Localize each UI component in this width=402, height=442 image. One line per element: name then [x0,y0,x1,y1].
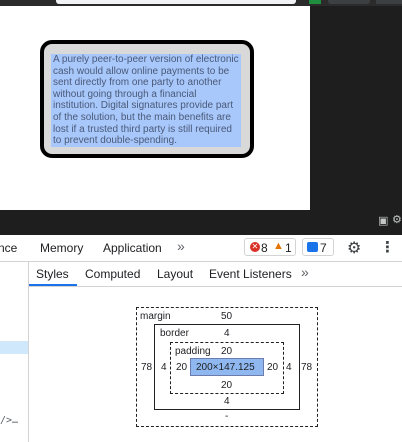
more-sub-tabs-button[interactable]: » [301,264,309,280]
message-icon [307,242,318,252]
margin-top-value[interactable]: 50 [221,311,232,322]
tab-memory[interactable]: Memory [40,241,83,255]
padding-top-value[interactable]: 20 [221,346,232,357]
more-tabs-button[interactable]: » [177,238,185,254]
browser-address-bar[interactable] [56,0,296,4]
tab-performance[interactable]: nce [0,241,17,255]
extension-indicator[interactable] [309,0,321,4]
padding-bottom-value[interactable]: 20 [221,380,232,391]
margin-right-value[interactable]: 78 [301,362,312,373]
selected-dom-node-row[interactable] [0,341,28,354]
border-bottom-value[interactable]: 4 [224,396,230,407]
kebab-icon[interactable]: ⋮ [380,238,395,256]
active-tab-indicator [29,284,77,286]
warning-count: 1 [285,241,292,255]
border-top-value[interactable]: 4 [224,328,230,339]
padding-left-value[interactable]: 20 [176,362,187,373]
dom-node-snippet[interactable]: />… [0,415,18,426]
gear-icon[interactable]: ⚙ [392,213,402,226]
bookmark-icon[interactable]: ▣ [378,214,388,227]
padding-right-value[interactable]: 20 [267,362,278,373]
padding-label: padding [175,346,211,357]
dark-side-panel [310,6,402,210]
toolbar-button-2[interactable] [376,0,402,4]
tab-layout[interactable]: Layout [157,267,193,281]
margin-label: margin [140,311,171,322]
error-icon: ✕ [250,242,260,252]
gear-icon[interactable]: ⚙ [347,238,361,258]
warning-icon: ▲ [273,240,284,252]
content-size-value[interactable]: 200×147.125 [196,362,255,373]
tab-styles[interactable]: Styles [36,267,69,281]
message-count: 7 [320,241,327,255]
tab-computed[interactable]: Computed [85,267,140,281]
error-count: 8 [261,241,268,255]
border-left-value[interactable]: 4 [161,362,167,373]
toolbar-button[interactable] [328,0,370,4]
tab-event-listeners[interactable]: Event Listeners [209,267,292,281]
tab-application[interactable]: Application [103,241,162,255]
border-label: border [160,328,189,339]
margin-bottom-value[interactable]: - [225,411,228,422]
border-right-value[interactable]: 4 [286,362,292,373]
highlighted-paragraph: A purely peer-to-peer version of electro… [51,54,241,147]
devtools-dock-strip [0,210,402,235]
margin-left-value[interactable]: 78 [141,362,152,373]
